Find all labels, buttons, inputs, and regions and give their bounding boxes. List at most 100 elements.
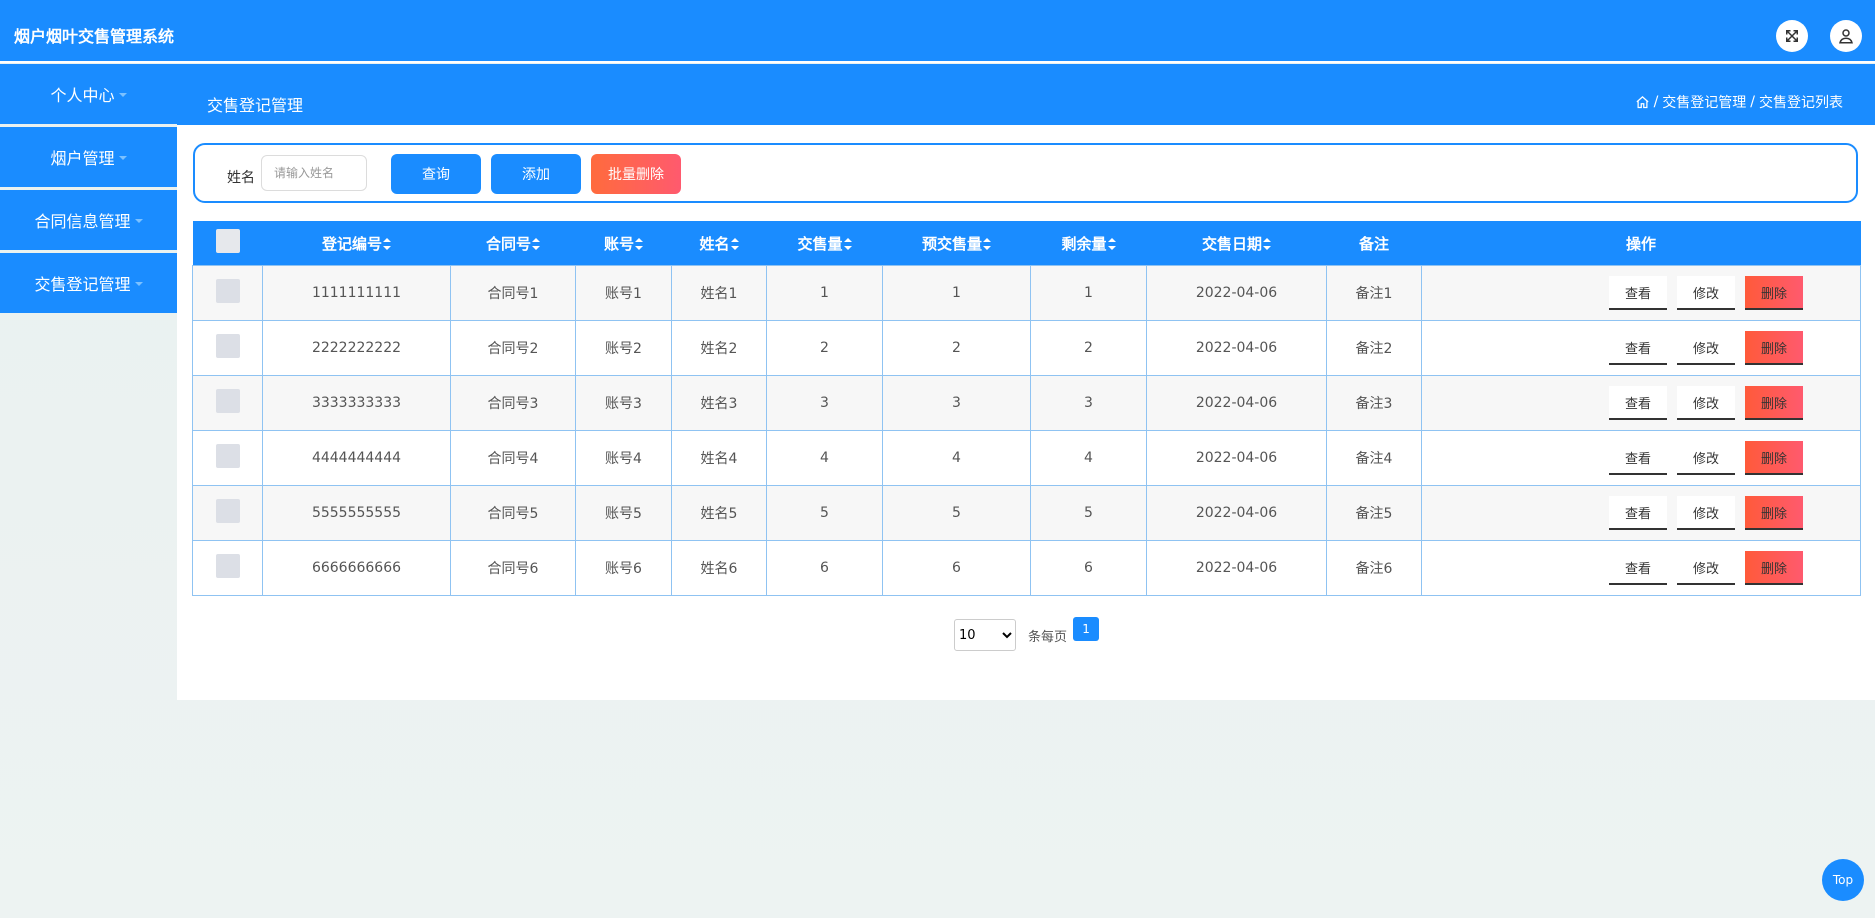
view-button[interactable]: 查看	[1609, 551, 1667, 585]
col-header[interactable]: 剩余量	[1030, 221, 1147, 266]
table-cell: 2	[882, 320, 1031, 376]
breadcrumb-item[interactable]: 交售登记管理	[1662, 92, 1746, 112]
table-cell: 4	[882, 430, 1031, 486]
table-cell: 3333333333	[262, 375, 451, 431]
table-cell: 4	[766, 430, 883, 486]
delete-button[interactable]: 删除	[1745, 441, 1803, 475]
row-checkbox[interactable]	[215, 554, 240, 578]
sort-icon	[383, 238, 391, 250]
caret-down-icon	[118, 156, 127, 160]
view-button[interactable]: 查看	[1609, 331, 1667, 365]
page-size-select[interactable]: 10	[954, 619, 1016, 651]
search-bar: 姓名 查询 添加 批量删除	[193, 143, 1858, 203]
table-cell: 姓名4	[671, 430, 767, 486]
sidebar-item-label: 合同信息管理	[34, 212, 131, 231]
page-number-current[interactable]: 1	[1073, 617, 1100, 641]
table-cell: 2	[766, 320, 883, 376]
col-header[interactable]: 预交售量	[882, 221, 1031, 266]
home-icon[interactable]	[1635, 95, 1650, 110]
delete-button[interactable]: 删除	[1745, 496, 1803, 530]
table-header-row: 登记编号 合同号 账号 姓名 交售量 预交售量 剩余量 交售日期 备注 操作	[192, 221, 1861, 266]
row-checkbox[interactable]	[215, 279, 240, 303]
table-cell: 备注4	[1326, 430, 1422, 486]
table-cell: 6	[766, 540, 883, 596]
batch-delete-button[interactable]: 批量删除	[591, 154, 681, 194]
table-row: 1111111111 合同号1 账号1 姓名1 1 1 1 2022-04-06 备注1 查看 修改…	[192, 265, 1861, 321]
row-checkbox[interactable]	[215, 389, 240, 413]
table-cell: 4444444444	[262, 430, 451, 486]
delete-button[interactable]: 删除	[1745, 331, 1803, 365]
table-cell: 2022-04-06	[1146, 375, 1327, 431]
table-cell: 备注6	[1326, 540, 1422, 596]
breadcrumb-item-current: 交售登记列表	[1759, 95, 1843, 111]
sidebar-item-contracts[interactable]: 合同信息管理	[0, 190, 177, 250]
col-header[interactable]: 账号	[575, 221, 672, 266]
edit-button[interactable]: 修改	[1677, 551, 1735, 585]
sidebar-item-tobacco-households[interactable]: 烟户管理	[0, 127, 177, 187]
table-cell: 6	[1030, 540, 1147, 596]
sidebar-item-label: 烟户管理	[50, 149, 115, 168]
col-header[interactable]: 姓名	[671, 221, 767, 266]
back-to-top-button[interactable]: Top	[1822, 859, 1864, 901]
table-cell: 6	[882, 540, 1031, 596]
row-checkbox[interactable]	[215, 444, 240, 468]
caret-down-icon	[118, 93, 127, 97]
fullscreen-button[interactable]	[1776, 20, 1808, 52]
table-cell: 1	[882, 265, 1031, 321]
delete-button[interactable]: 删除	[1745, 386, 1803, 420]
view-button[interactable]: 查看	[1609, 496, 1667, 530]
table-cell: 姓名1	[671, 265, 767, 321]
row-actions: 查看 修改 删除	[1552, 386, 1860, 420]
view-button[interactable]: 查看	[1609, 441, 1667, 475]
table-cell: 1	[766, 265, 883, 321]
table-cell: 备注5	[1326, 485, 1422, 541]
table-cell: 账号2	[575, 320, 672, 376]
row-actions: 查看 修改 删除	[1552, 331, 1860, 365]
row-checkbox[interactable]	[215, 499, 240, 523]
sort-icon	[1263, 238, 1271, 250]
col-header[interactable]: 交售量	[766, 221, 883, 266]
caret-down-icon	[134, 219, 143, 223]
col-header[interactable]: 合同号	[450, 221, 576, 266]
table-cell: 2	[1030, 320, 1147, 376]
sort-icon	[532, 238, 540, 250]
col-header[interactable]: 登记编号	[262, 221, 451, 266]
select-all-checkbox[interactable]	[215, 229, 240, 253]
edit-button[interactable]: 修改	[1677, 276, 1735, 310]
table-cell: 2022-04-06	[1146, 485, 1327, 541]
table-cell: 2022-04-06	[1146, 320, 1327, 376]
table-cell: 2022-04-06	[1146, 540, 1327, 596]
table-cell: 姓名5	[671, 485, 767, 541]
table-row: 2222222222 合同号2 账号2 姓名2 2 2 2 2022-04-06 备注2 查看 修改…	[192, 320, 1861, 376]
delete-button[interactable]: 删除	[1745, 276, 1803, 310]
query-button[interactable]: 查询	[391, 154, 481, 194]
edit-button[interactable]: 修改	[1677, 331, 1735, 365]
sub-header: 交售登记管理 / 交售登记管理 / 交售登记列表	[177, 64, 1875, 125]
table-cell: 1111111111	[262, 265, 451, 321]
table-cell: 账号3	[575, 375, 672, 431]
sidebar-item-sales-registration[interactable]: 交售登记管理	[0, 253, 177, 313]
col-header[interactable]: 交售日期	[1146, 221, 1327, 266]
edit-button[interactable]: 修改	[1677, 441, 1735, 475]
sort-icon	[983, 238, 991, 250]
pagination: 10 条每页 1	[954, 617, 1100, 651]
table-cell: 5	[1030, 485, 1147, 541]
delete-button[interactable]: 删除	[1745, 551, 1803, 585]
table-cell: 姓名3	[671, 375, 767, 431]
table-cell: 4	[1030, 430, 1147, 486]
content-panel: 姓名 查询 添加 批量删除 登记编号 合同号 账号 姓名 交售量 预交售量	[177, 125, 1875, 700]
fullscreen-icon	[1786, 30, 1798, 42]
table-cell: 3	[882, 375, 1031, 431]
view-button[interactable]: 查看	[1609, 276, 1667, 310]
view-button[interactable]: 查看	[1609, 386, 1667, 420]
edit-button[interactable]: 修改	[1677, 386, 1735, 420]
table-cell: 2022-04-06	[1146, 430, 1327, 486]
add-button[interactable]: 添加	[491, 154, 581, 194]
edit-button[interactable]: 修改	[1677, 496, 1735, 530]
name-search-input[interactable]	[261, 155, 367, 191]
top-bar: 烟户烟叶交售管理系统	[0, 0, 1875, 63]
sidebar-item-personal-center[interactable]: 个人中心	[0, 64, 177, 124]
sort-icon	[730, 238, 739, 250]
row-checkbox[interactable]	[215, 334, 240, 358]
user-button[interactable]	[1830, 20, 1862, 52]
